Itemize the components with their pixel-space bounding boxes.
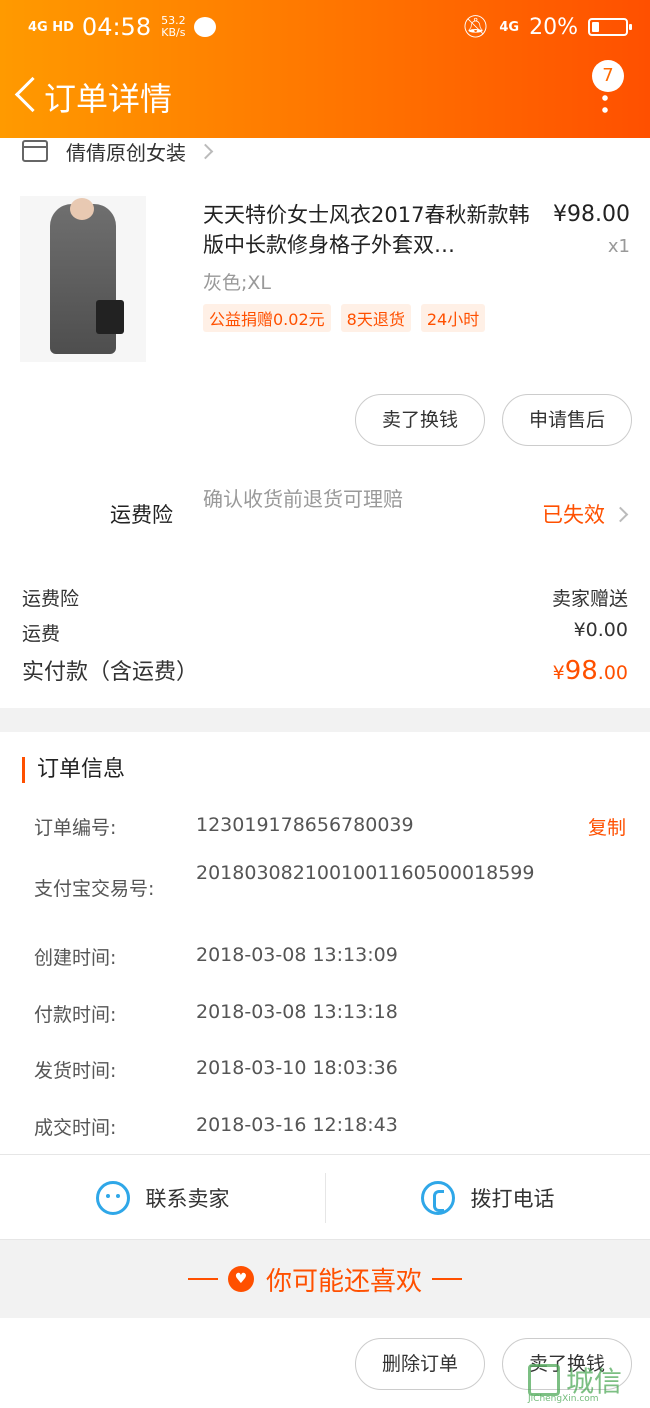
watermark-box-icon: [528, 1364, 560, 1396]
chevron-right-icon: [612, 506, 629, 522]
mute-bell-icon: 🔕︎: [461, 14, 490, 40]
tag-return: 8天退货: [340, 304, 411, 332]
shop-name: 倩倩原创女装: [66, 140, 186, 165]
divider-line: [187, 1278, 218, 1280]
summary-shipping-row: 运费 ¥0.00: [22, 619, 628, 645]
shipped-time-value: 2018-03-10 18:03:36: [196, 1057, 398, 1079]
product-price: ¥98.00: [553, 202, 630, 227]
chevron-right-icon: [197, 143, 214, 159]
tag-charity: 公益捐赠0.02元: [203, 304, 331, 332]
divider-line: [432, 1278, 462, 1280]
order-number-value: 123019178656780039: [196, 814, 414, 836]
more-menu-button[interactable]: 7: [588, 60, 624, 120]
insurance-status: 已失效: [542, 499, 629, 529]
total-label: 实付款（含运费）: [22, 660, 199, 685]
shipped-time-label: 发货时间:: [34, 1060, 117, 1082]
alipay-id-value: 2018030821001001160500018599: [196, 862, 535, 884]
order-number-label: 订单编号:: [34, 817, 117, 839]
product-tags: 公益捐赠0.02元 8天退货 24小时: [203, 304, 486, 332]
alipay-id-label: 支付宝交易号:: [34, 878, 155, 900]
recommend-header: 你可能还喜欢: [0, 1240, 650, 1318]
watermark-logo: 城信 JiChengXin.com: [528, 1364, 623, 1404]
chat-bubble-icon: [193, 17, 216, 37]
more-dots-icon: [602, 92, 608, 116]
phone-icon: [420, 1181, 455, 1215]
call-button[interactable]: 拨打电话: [325, 1155, 650, 1241]
network-indicator-right: 4G: [499, 19, 520, 35]
sell-button[interactable]: 卖了换钱: [355, 394, 485, 446]
after-sale-button[interactable]: 申请售后: [502, 394, 632, 446]
paid-time-value: 2018-03-08 13:13:18: [196, 1001, 398, 1023]
contact-bar: 联系卖家 拨打电话: [0, 1154, 650, 1240]
copy-button[interactable]: 复制: [588, 813, 626, 840]
header-bar: 4G HD 04:58 53.2 KB/s 🔕︎ 4G 20% 订单详情 7: [0, 0, 650, 138]
tag-24h: 24小时: [420, 304, 486, 332]
insurance-description: 确认收货前退货可理赔: [203, 487, 403, 511]
product-name[interactable]: 天天特价女士风衣2017春秋新款韩版中长款修身格子外套双…: [203, 200, 533, 260]
page-title: 订单详情: [44, 80, 173, 118]
total-amount: ¥98.00: [552, 656, 628, 686]
chat-face-icon: [95, 1181, 130, 1215]
network-indicator: 4G HD: [28, 19, 74, 35]
battery-percent: 20%: [529, 14, 578, 40]
bag-image: [96, 300, 124, 334]
insurance-label: 运费险: [110, 503, 173, 527]
summary-total-row: 实付款（含运费） ¥98.00: [22, 654, 628, 686]
product-sku: 灰色;XL: [203, 272, 272, 294]
status-time: 04:58: [81, 13, 152, 41]
message-badge: 7: [592, 60, 624, 92]
store-icon: [22, 140, 48, 162]
bottom-action-bar: 删除订单 卖了换钱 城信 JiChengXin.com: [0, 1318, 650, 1408]
completed-time-value: 2018-03-16 12:18:43: [196, 1114, 398, 1136]
product-thumbnail[interactable]: [20, 196, 146, 362]
paid-time-label: 付款时间:: [34, 1004, 117, 1026]
back-button[interactable]: [14, 78, 36, 112]
network-speed: 53.2 KB/s: [161, 14, 186, 39]
summary-insurance-row: 运费险 卖家赠送: [22, 588, 628, 610]
created-time-value: 2018-03-08 13:13:09: [196, 944, 398, 966]
contact-seller-button[interactable]: 联系卖家: [0, 1155, 325, 1241]
order-info-title: 订单信息: [22, 757, 125, 783]
battery-icon: [588, 18, 632, 36]
heart-icon: [227, 1266, 254, 1292]
product-quantity: x1: [607, 236, 630, 257]
delete-order-button[interactable]: 删除订单: [355, 1338, 485, 1390]
created-time-label: 创建时间:: [34, 947, 117, 969]
shop-link[interactable]: 倩倩原创女装: [22, 138, 214, 165]
completed-time-label: 成交时间:: [34, 1117, 117, 1139]
status-bar: 4G HD 04:58 53.2 KB/s 🔕︎ 4G 20%: [28, 10, 632, 44]
